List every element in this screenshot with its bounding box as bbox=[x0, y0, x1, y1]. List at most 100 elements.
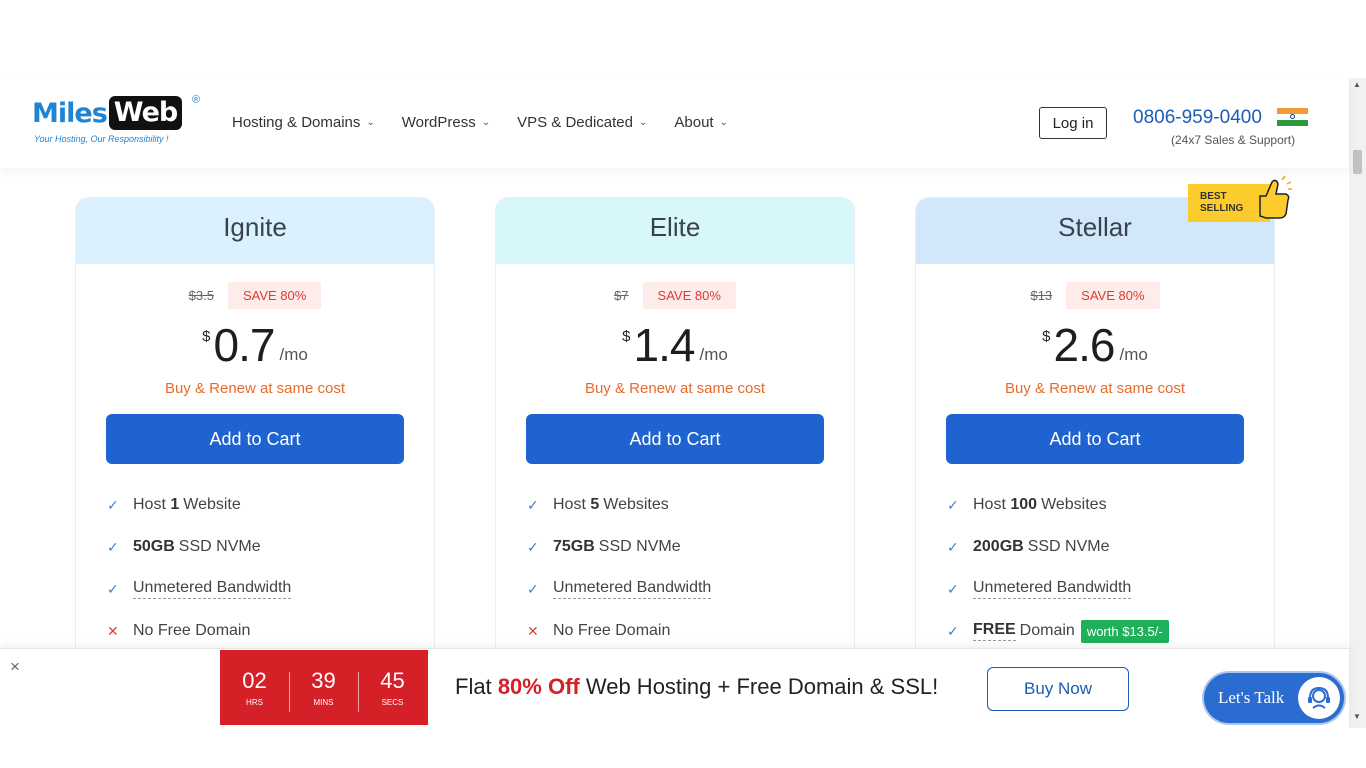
check-icon: ✓ bbox=[947, 622, 959, 639]
feature-tooltip-text[interactable]: Unmetered Bandwidth bbox=[973, 579, 1132, 599]
add-to-cart-button[interactable]: Add to Cart bbox=[106, 414, 404, 464]
old-price: $3.5 bbox=[188, 288, 214, 303]
check-icon: ✓ bbox=[107, 538, 119, 555]
chevron-down-icon: ⌄ bbox=[639, 117, 648, 128]
feature-bandwidth[interactable]: ✓ Unmetered Bandwidth bbox=[107, 568, 424, 610]
chevron-down-icon: ⌄ bbox=[481, 117, 491, 128]
timer-hours: 02 HRS bbox=[220, 668, 289, 707]
cross-icon: ✕ bbox=[527, 622, 539, 639]
check-icon: ✓ bbox=[527, 496, 539, 513]
renew-note: Buy & Renew at same cost bbox=[584, 380, 766, 397]
page-scrollbar[interactable]: ▲ ▼ bbox=[1349, 78, 1366, 728]
timer-label: SECS bbox=[381, 698, 404, 707]
price: $ 2.6 /mo bbox=[916, 320, 1274, 370]
price-period: /mo bbox=[699, 345, 728, 364]
logo-registered-mark: ® bbox=[192, 94, 201, 106]
nav-item-label: About bbox=[674, 114, 714, 131]
nav-item-label: Hosting & Domains bbox=[232, 114, 361, 131]
feature-text: Websites bbox=[1041, 496, 1107, 513]
feature-list: ✓ Host 5 Websites ✓ 75GB SSD NVMe ✓ Unmete… bbox=[527, 484, 844, 652]
feature-tooltip-text[interactable]: Unmetered Bandwidth bbox=[553, 579, 712, 599]
nav-item-hosting-domains[interactable]: Hosting & Domains ⌄ bbox=[232, 114, 375, 131]
feature-value[interactable]: FREE bbox=[973, 621, 1016, 641]
feature-text: No Free Domain bbox=[553, 622, 671, 639]
feature-value: 200GB bbox=[973, 538, 1024, 555]
scroll-thumb[interactable] bbox=[1353, 150, 1362, 174]
nav-item-about[interactable]: About ⌄ bbox=[674, 114, 728, 131]
login-button[interactable]: Log in bbox=[1039, 107, 1107, 139]
feature-storage: ✓ 50GB SSD NVMe bbox=[107, 526, 424, 568]
best-selling-badge: BEST SELLING bbox=[1186, 172, 1296, 230]
old-price: $7 bbox=[614, 288, 629, 303]
domain-worth-badge: worth $13.5/- bbox=[1080, 619, 1169, 643]
feature-websites: ✓ Host 1 Website bbox=[107, 484, 424, 526]
feature-text: Host bbox=[553, 496, 586, 513]
feature-text: Domain bbox=[1019, 622, 1075, 639]
feature-text: No Free Domain bbox=[133, 622, 251, 639]
close-icon[interactable]: × bbox=[10, 657, 20, 677]
buy-now-button[interactable]: Buy Now bbox=[987, 667, 1129, 711]
timer-seconds: 45 SECS bbox=[358, 668, 427, 712]
timer-label: MINS bbox=[313, 698, 334, 707]
scroll-up-arrow-icon[interactable]: ▲ bbox=[1353, 80, 1361, 89]
nav-item-wordpress[interactable]: WordPress ⌄ bbox=[402, 114, 490, 131]
feature-domain: ✕ No Free Domain bbox=[527, 610, 844, 652]
bottom-blank-area bbox=[0, 728, 1366, 768]
feature-domain: ✕ No Free Domain bbox=[107, 610, 424, 652]
plan-body: $13 SAVE 80% $ 2.6 /mo Buy & Renew at sa… bbox=[916, 264, 1274, 666]
cross-icon: ✕ bbox=[107, 622, 119, 639]
lets-talk-chat-button[interactable]: Let's Talk bbox=[1204, 673, 1344, 723]
timer-value: 02 bbox=[242, 668, 267, 693]
timer-value: 45 bbox=[380, 668, 405, 693]
price-currency: $ bbox=[202, 328, 211, 345]
check-icon: ✓ bbox=[107, 580, 119, 597]
support-hours-text: (24x7 Sales & Support) bbox=[1171, 133, 1296, 147]
price: $ 1.4 /mo bbox=[496, 320, 854, 370]
feature-list: ✓ Host 100 Websites ✓ 200GB SSD NVMe ✓ Unm… bbox=[947, 484, 1264, 652]
feature-tooltip-text[interactable]: Unmetered Bandwidth bbox=[133, 579, 292, 599]
countdown-timer: 02 HRS 39 MINS 45 SECS bbox=[220, 650, 428, 725]
price-currency: $ bbox=[1042, 328, 1051, 345]
lets-talk-label: Let's Talk bbox=[1218, 688, 1285, 707]
feature-text: Websites bbox=[603, 496, 669, 513]
price-amount: 0.7 bbox=[213, 319, 276, 371]
feature-text: Host bbox=[973, 496, 1006, 513]
promo-text-pre: Flat bbox=[455, 674, 492, 699]
feature-text: SSD NVMe bbox=[1027, 538, 1110, 555]
check-icon: ✓ bbox=[947, 538, 959, 555]
promo-text: Flat 80% Off Web Hosting + Free Domain &… bbox=[455, 674, 938, 700]
thumbs-up-icon bbox=[1259, 175, 1292, 219]
plan-name: Ignite bbox=[76, 198, 434, 264]
phone-number-link[interactable]: 0806-959-0400 bbox=[1133, 107, 1262, 129]
renew-note: Buy & Renew at same cost bbox=[1004, 380, 1186, 397]
renew-note: Buy & Renew at same cost bbox=[164, 380, 346, 397]
plan-name: Elite bbox=[496, 198, 854, 264]
add-to-cart-button[interactable]: Add to Cart bbox=[946, 414, 1244, 464]
plan-card-stellar: Stellar $13 SAVE 80% $ 2.6 /mo Buy & Ren… bbox=[915, 197, 1275, 667]
price-period: /mo bbox=[1119, 345, 1148, 364]
mileweb-logo[interactable]: Miles Web ® Your Hosting, Our Responsibi… bbox=[32, 94, 207, 148]
headset-icon bbox=[1298, 677, 1340, 719]
promo-text-highlight: 80% Off bbox=[497, 674, 580, 699]
check-icon: ✓ bbox=[947, 496, 959, 513]
scroll-down-arrow-icon[interactable]: ▼ bbox=[1353, 712, 1361, 721]
india-flag-icon bbox=[1277, 108, 1308, 126]
save-badge: SAVE 80% bbox=[642, 282, 736, 309]
check-icon: ✓ bbox=[527, 580, 539, 597]
check-icon: ✓ bbox=[527, 538, 539, 555]
feature-bandwidth[interactable]: ✓ Unmetered Bandwidth bbox=[527, 568, 844, 610]
main-nav: Hosting & Domains ⌄ WordPress ⌄ VPS & De… bbox=[232, 114, 755, 131]
feature-bandwidth[interactable]: ✓ Unmetered Bandwidth bbox=[947, 568, 1264, 610]
feature-value: 100 bbox=[1010, 496, 1038, 513]
nav-item-vps-dedicated[interactable]: VPS & Dedicated ⌄ bbox=[517, 114, 647, 131]
timer-label: HRS bbox=[246, 698, 263, 707]
add-to-cart-button[interactable]: Add to Cart bbox=[526, 414, 824, 464]
feature-value: 50GB bbox=[133, 538, 175, 555]
old-price: $13 bbox=[1030, 288, 1053, 303]
price-amount: 1.4 bbox=[633, 319, 696, 371]
check-icon: ✓ bbox=[107, 496, 119, 513]
feature-value: 1 bbox=[170, 496, 180, 513]
feature-storage: ✓ 200GB SSD NVMe bbox=[947, 526, 1264, 568]
feature-text: SSD NVMe bbox=[178, 538, 261, 555]
top-blank-area bbox=[0, 0, 1349, 78]
